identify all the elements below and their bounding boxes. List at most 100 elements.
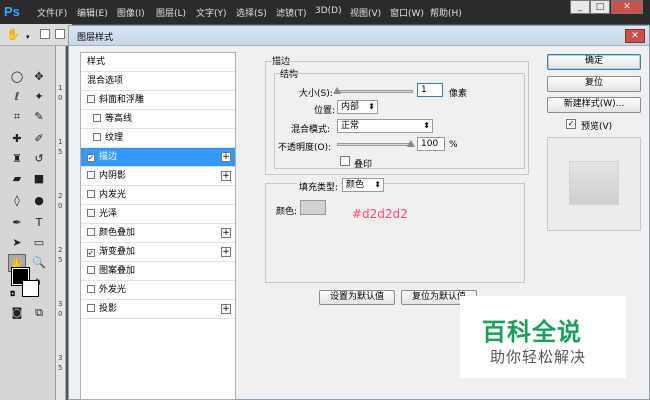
default-colors-icon[interactable]: ◘ (10, 290, 16, 298)
style-checkbox[interactable] (87, 266, 95, 274)
style-checkbox[interactable] (87, 304, 95, 312)
color-annotation: #d2d2d2 (352, 207, 408, 221)
chevron-down-icon[interactable]: ▾ (26, 33, 30, 41)
set-default-button[interactable]: 设置为默认值 (319, 290, 395, 305)
style-list-item[interactable]: 纹理 (81, 129, 235, 148)
menu-file[interactable]: 文件(F) (37, 6, 67, 19)
eraser-tool-icon[interactable]: ▰ (8, 170, 26, 188)
reset-button[interactable]: 复位 (547, 76, 641, 92)
menu-layer[interactable]: 图层(L) (156, 6, 186, 19)
pen-tool-icon[interactable]: ✒ (8, 214, 26, 232)
opacity-label: 不透明度(O): (278, 143, 332, 153)
shape-tool-icon[interactable]: ▭ (30, 234, 48, 252)
style-list-item[interactable]: 等高线 (81, 110, 235, 129)
size-slider-thumb[interactable] (333, 87, 341, 94)
hand-tool-icon[interactable]: ✋ (4, 26, 22, 44)
position-select[interactable]: 内部 ⬍ (337, 100, 378, 114)
gradient-tool-icon[interactable]: ■ (30, 170, 48, 188)
size-input[interactable]: 1 (417, 83, 443, 97)
brush-tool-icon[interactable]: ✐ (30, 130, 48, 148)
style-checkbox[interactable]: ✓ (87, 249, 95, 257)
style-list-item[interactable]: 斜面和浮雕 (81, 91, 235, 110)
fill-type-select[interactable]: 颜色 ⬍ (342, 178, 384, 192)
style-checkbox[interactable] (93, 133, 101, 141)
dodge-tool-icon[interactable]: ● (30, 192, 48, 210)
blur-tool-icon[interactable]: ◊ (8, 192, 26, 210)
stamp-tool-icon[interactable]: ♜ (8, 150, 26, 168)
style-checkbox[interactable] (87, 209, 95, 217)
style-checkbox[interactable] (87, 285, 95, 293)
menu-edit[interactable]: 编辑(E) (77, 6, 108, 19)
magic-wand-icon[interactable]: ✦ (30, 88, 48, 106)
opacity-slider[interactable] (337, 143, 413, 146)
style-list-item[interactable]: 光泽 (81, 205, 235, 224)
style-checkbox[interactable] (93, 114, 101, 122)
healing-brush-icon[interactable]: ✚ (8, 130, 26, 148)
stroke-color-swatch[interactable] (300, 200, 326, 215)
style-list-label: 样式 (87, 57, 106, 67)
style-checkbox[interactable] (87, 171, 95, 179)
watermark: 百科全说 助你轻松解决 (460, 296, 626, 378)
menu-select[interactable]: 选择(S) (236, 6, 267, 19)
style-list-item[interactable]: ✓ 渐变叠加 + (81, 243, 235, 262)
style-list-item[interactable]: 图案叠加 (81, 262, 235, 281)
add-style-icon[interactable]: + (221, 247, 231, 257)
new-style-button[interactable]: 新建样式(W)... (547, 97, 641, 113)
style-checkbox[interactable] (87, 228, 95, 236)
marquee-tool-icon[interactable]: ◯ (8, 68, 26, 86)
style-list-label: 内阴影 (99, 171, 127, 181)
chevron-updown-icon: ⬍ (368, 102, 375, 111)
menu-window[interactable]: 窗口(W) (390, 6, 424, 19)
menu-type[interactable]: 文字(Y) (196, 6, 227, 19)
zoom-tool-icon[interactable]: 🔍 (30, 254, 48, 272)
opacity-unit: % (449, 140, 458, 150)
style-list-item[interactable]: 混合选项 (81, 72, 235, 91)
add-style-icon[interactable]: + (221, 304, 231, 314)
size-slider[interactable] (337, 90, 413, 93)
move-tool-icon[interactable]: ✥ (30, 68, 48, 86)
app-close-button[interactable]: ✕ (611, 0, 643, 14)
style-checkbox[interactable] (87, 95, 95, 103)
maximize-button[interactable]: □ (590, 0, 610, 14)
history-brush-icon[interactable]: ↺ (30, 150, 48, 168)
menu-help[interactable]: 帮助(H) (430, 6, 462, 19)
toolbox: ◯ ✥ ℓ ✦ ⌗ ✎ ✚ ✐ ♜ ↺ ▰ ■ ◊ ● ✒ T ➤ ▭ ✋ 🔍 … (0, 46, 56, 400)
add-style-icon[interactable]: + (221, 171, 231, 181)
overprint-checkbox[interactable] (340, 156, 350, 166)
menu-filter[interactable]: 滤镜(T) (276, 6, 307, 19)
style-list-item[interactable]: 外发光 (81, 281, 235, 300)
add-style-icon[interactable]: + (221, 152, 231, 162)
style-list-item[interactable]: 内阴影 + (81, 167, 235, 186)
opacity-slider-thumb[interactable] (407, 140, 415, 147)
menu-image[interactable]: 图像(I) (117, 6, 145, 19)
style-list-item[interactable]: 内发光 (81, 186, 235, 205)
preview-checkbox[interactable]: ✓ (566, 119, 576, 129)
opacity-input[interactable]: 100 (417, 137, 445, 151)
menu-view[interactable]: 视图(V) (350, 6, 381, 19)
screen-mode-icon[interactable]: ⧉ (30, 304, 48, 322)
ok-button[interactable]: 确定 (547, 54, 641, 70)
dialog-close-button[interactable]: ✕ (625, 29, 645, 43)
eyedropper-icon[interactable]: ✎ (30, 108, 48, 126)
style-list-item[interactable]: 投影 + (81, 300, 235, 319)
dialog-titlebar[interactable]: 图层样式 ✕ (69, 26, 649, 46)
style-list-item[interactable]: 样式 (81, 53, 235, 72)
add-style-icon[interactable]: + (221, 228, 231, 238)
quick-mask-icon[interactable]: ◙ (8, 304, 26, 322)
minimize-button[interactable]: _ (570, 0, 590, 14)
style-list-item[interactable]: 颜色叠加 + (81, 224, 235, 243)
background-color-swatch[interactable] (22, 280, 39, 297)
style-list-label: 纹理 (105, 133, 124, 143)
style-checkbox[interactable] (87, 190, 95, 198)
option-checkbox[interactable] (40, 29, 50, 39)
crop-tool-icon[interactable]: ⌗ (8, 108, 26, 126)
lasso-tool-icon[interactable]: ℓ (8, 88, 26, 106)
path-select-icon[interactable]: ➤ (8, 234, 26, 252)
option-checkbox[interactable] (55, 29, 65, 39)
style-checkbox[interactable]: ✓ (87, 154, 95, 162)
menu-3d[interactable]: 3D(D) (315, 6, 342, 16)
style-list-label: 描边 (99, 152, 118, 162)
style-list-item[interactable]: ✓ 描边 + (81, 148, 235, 167)
type-tool-icon[interactable]: T (30, 214, 48, 232)
blend-mode-select[interactable]: 正常 ⬍ (337, 119, 433, 133)
